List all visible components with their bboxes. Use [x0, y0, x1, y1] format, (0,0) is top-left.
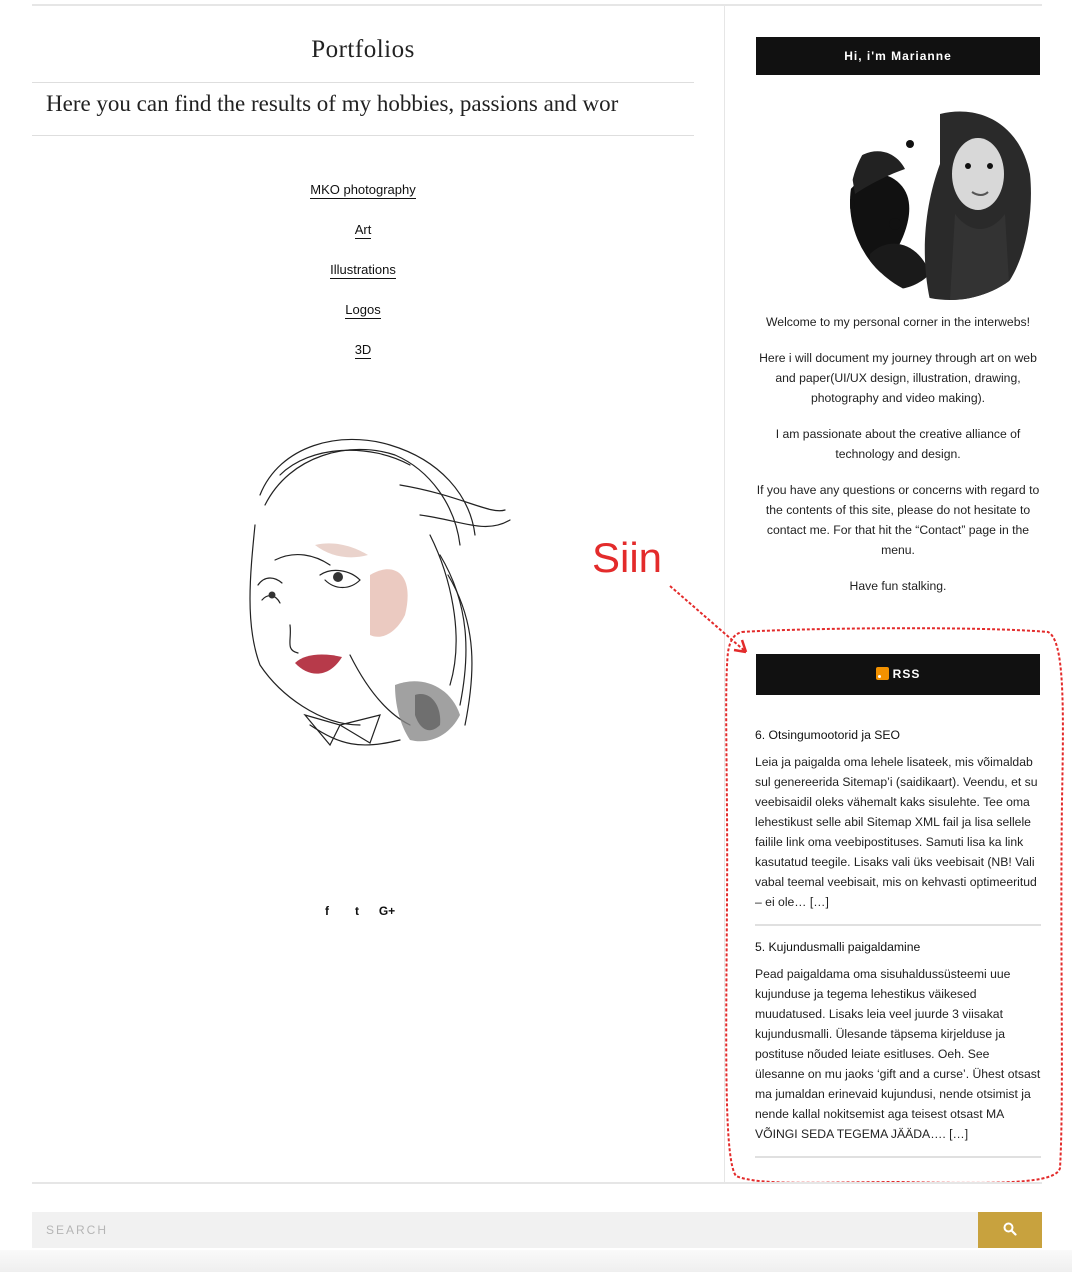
annotation-arrowhead: [733, 639, 748, 654]
rss-item-title[interactable]: 5. Kujundusmalli paigaldamine: [755, 938, 1041, 956]
page-tagline: Here you can find the results of my hobb…: [46, 91, 619, 116]
search-bar: [32, 1212, 978, 1248]
search-input[interactable]: [32, 1212, 960, 1248]
link-label: MKO photography: [310, 182, 416, 199]
annotation-label: Siin: [592, 534, 663, 581]
avatar-image: [850, 104, 1042, 300]
footer-divider: [32, 1182, 1042, 1184]
about-paragraph: Welcome to my personal corner in the int…: [766, 315, 1030, 329]
search-button[interactable]: [978, 1212, 1042, 1248]
tagline-box: Here you can find the results of my hobb…: [32, 82, 694, 136]
search-icon: [1003, 1222, 1017, 1236]
rss-list: 6. Otsingumootorid ja SEO Leia ja paigal…: [755, 726, 1041, 1170]
twitter-icon[interactable]: t: [348, 902, 366, 920]
link-illustrations[interactable]: Illustrations: [32, 262, 694, 302]
sidebar-divider: [724, 6, 725, 1182]
google-plus-icon[interactable]: G+: [378, 902, 396, 920]
link-label: Art: [354, 222, 372, 239]
share-icons: f t G+: [318, 902, 396, 920]
about-text: Welcome to my personal corner in the int…: [752, 312, 1044, 612]
top-divider: [32, 4, 1042, 6]
link-label: Illustrations: [330, 262, 396, 279]
rss-icon: [875, 667, 889, 680]
link-art[interactable]: Art: [32, 222, 694, 262]
rss-item-excerpt: Pead paigaldama oma sisuhaldussüsteemi u…: [755, 967, 1041, 1141]
rss-item-excerpt: Leia ja paigalda oma lehele lisateek, mi…: [755, 755, 1038, 909]
link-3d[interactable]: 3D: [32, 342, 694, 382]
page-bottom-fade: [0, 1250, 1072, 1272]
portfolio-links: MKO photography Art Illustrations Logos …: [32, 182, 694, 382]
link-label: Logos: [345, 302, 381, 319]
link-label: 3D: [354, 342, 372, 359]
rss-item: 6. Otsingumootorid ja SEO Leia ja paigal…: [755, 726, 1041, 926]
about-widget-title: Hi, i'm Marianne: [756, 37, 1040, 75]
about-paragraph: I am passionate about the creative allia…: [775, 427, 1021, 461]
about-paragraph: Have fun stalking.: [849, 579, 947, 593]
portrait-illustration: [249, 438, 511, 747]
rss-item-title[interactable]: 6. Otsingumootorid ja SEO: [755, 726, 1041, 744]
annotation-arrow: [669, 585, 747, 653]
about-paragraph: If you have any questions or concerns wi…: [756, 483, 1040, 557]
link-mko-photography[interactable]: MKO photography: [32, 182, 694, 222]
rss-item: 5. Kujundusmalli paigaldamine Pead paiga…: [755, 938, 1041, 1158]
rss-label: RSS: [892, 667, 921, 681]
link-logos[interactable]: Logos: [32, 302, 694, 342]
page-title: Portfolios: [311, 36, 415, 63]
about-paragraph: Here i will document my journey through …: [759, 351, 1037, 405]
facebook-icon[interactable]: f: [318, 902, 336, 920]
rss-widget-title[interactable]: RSS: [756, 654, 1040, 695]
